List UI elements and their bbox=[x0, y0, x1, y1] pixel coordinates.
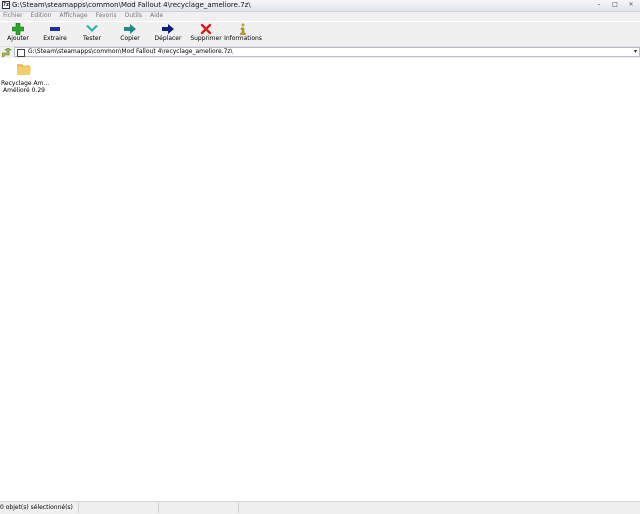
menu-favoris[interactable]: Favoris bbox=[92, 12, 121, 21]
list-item[interactable]: Recyclage Am... Amélioré 0.29 bbox=[1, 62, 50, 94]
file-name-line2: Amélioré 0.29 bbox=[3, 87, 45, 94]
test-button[interactable]: Tester bbox=[74, 23, 110, 45]
check-chevron-icon bbox=[86, 25, 98, 32]
address-bar: G:\Steam\steamapps\common\Mod Fallout 4\… bbox=[0, 47, 640, 58]
menu-edition[interactable]: Edition bbox=[27, 12, 56, 21]
info-label: Informations bbox=[224, 35, 262, 42]
status-divider bbox=[238, 503, 239, 513]
chevron-down-icon[interactable]: ▾ bbox=[634, 48, 637, 56]
app-icon: 7z bbox=[2, 1, 10, 9]
file-name-line1: Recyclage Am... bbox=[1, 80, 50, 87]
window-title: G:\Steam\steamapps\common\Mod Fallout 4\… bbox=[12, 1, 251, 9]
parent-folder-button[interactable] bbox=[1, 47, 12, 58]
menu-aide[interactable]: Aide bbox=[146, 12, 167, 21]
info-button[interactable]: Informations bbox=[224, 23, 262, 45]
address-path: G:\Steam\steamapps\common\Mod Fallout 4\… bbox=[28, 48, 233, 55]
menu-affichage[interactable]: Affichage bbox=[55, 12, 91, 21]
menu-bar: Fichier Edition Affichage Favoris Outils… bbox=[0, 12, 640, 21]
status-divider bbox=[158, 503, 159, 513]
toolbar: Ajouter Extraire Tester Copier Déplacer … bbox=[0, 22, 640, 47]
info-icon bbox=[240, 23, 246, 35]
move-arrow-icon bbox=[162, 24, 174, 34]
address-field[interactable]: G:\Steam\steamapps\common\Mod Fallout 4\… bbox=[14, 47, 640, 57]
copy-button[interactable]: Copier bbox=[112, 23, 148, 45]
maximize-button[interactable]: □ bbox=[608, 0, 622, 9]
status-bar: 0 objet(s) sélectionné(s) bbox=[0, 501, 640, 514]
close-button[interactable]: ✕ bbox=[624, 0, 638, 9]
file-list[interactable]: Recyclage Am... Amélioré 0.29 bbox=[0, 58, 640, 501]
archive-icon bbox=[17, 49, 25, 57]
arrow-right-icon bbox=[124, 24, 136, 34]
plus-icon bbox=[12, 23, 24, 35]
move-button[interactable]: Déplacer bbox=[150, 23, 186, 45]
selection-status: 0 objet(s) sélectionné(s) bbox=[0, 504, 73, 511]
up-folder-icon bbox=[1, 47, 12, 58]
menu-outils[interactable]: Outils bbox=[121, 12, 146, 21]
minimize-button[interactable]: – bbox=[592, 0, 606, 9]
minus-icon bbox=[50, 27, 60, 31]
title-bar: 7z G:\Steam\steamapps\common\Mod Fallout… bbox=[0, 0, 640, 12]
folder-icon bbox=[17, 64, 31, 75]
status-divider bbox=[78, 503, 79, 513]
delete-x-icon bbox=[200, 23, 212, 35]
window-controls: – □ ✕ bbox=[590, 0, 638, 10]
menu-fichier[interactable]: Fichier bbox=[0, 12, 27, 21]
